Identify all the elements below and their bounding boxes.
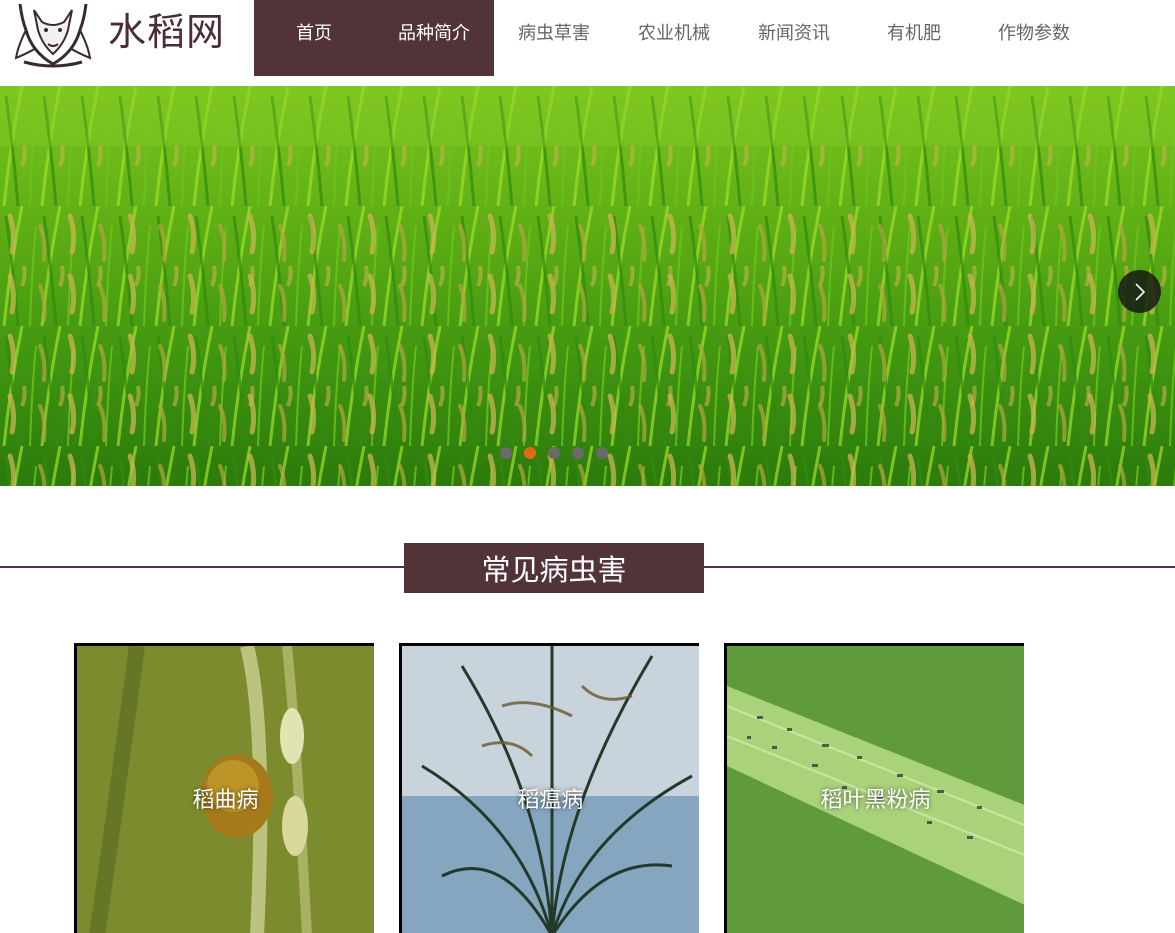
site-header: 水稻网 首页 品种简介 病虫草害 农业机械 新闻资讯 有机肥 作物参数 <box>0 0 1175 86</box>
main-nav: 首页 品种简介 病虫草害 农业机械 新闻资讯 有机肥 作物参数 <box>254 0 1094 76</box>
nav-item-label: 新闻资讯 <box>758 23 830 44</box>
pest-card-rice-leaf-smut[interactable]: 稻叶黑粉病 <box>724 643 1024 933</box>
rice-field-image <box>0 86 1175 486</box>
slide-dot-2[interactable] <box>524 447 536 459</box>
slide-dot-3[interactable] <box>548 447 560 459</box>
nav-item-label: 作物参数 <box>998 23 1070 44</box>
site-logo-text[interactable]: 水稻网 <box>108 8 225 56</box>
card-label: 稻叶黑粉病 <box>820 788 931 813</box>
slide-dot-4[interactable] <box>572 447 584 459</box>
nav-item-label: 首页 <box>296 23 332 44</box>
pest-card-rice-blast[interactable]: 稻瘟病 <box>399 643 699 933</box>
nav-item-label: 有机肥 <box>887 23 941 44</box>
nav-item-machinery[interactable]: 农业机械 <box>614 0 734 76</box>
nav-item-label: 病虫草害 <box>518 23 590 44</box>
chevron-right-icon <box>1134 282 1145 301</box>
card-label: 稻瘟病 <box>517 788 584 813</box>
slide-dot-1[interactable] <box>500 447 512 459</box>
nav-item-label: 品种简介 <box>398 23 470 44</box>
nav-item-pests[interactable]: 病虫草害 <box>494 0 614 76</box>
nav-item-crop-params[interactable]: 作物参数 <box>974 0 1094 76</box>
nav-item-fertilizer[interactable]: 有机肥 <box>854 0 974 76</box>
section-title: 常见病虫害 <box>404 543 704 593</box>
slide-dot-5[interactable] <box>596 447 608 459</box>
card-label: 稻曲病 <box>192 788 259 813</box>
bull-shield-logo-icon[interactable] <box>12 0 94 68</box>
nav-item-home[interactable]: 首页 <box>254 0 374 76</box>
nav-item-news[interactable]: 新闻资讯 <box>734 0 854 76</box>
pest-card-rice-false-smut[interactable]: 稻曲病 <box>74 643 374 933</box>
hero-banner <box>0 86 1175 486</box>
slide-indicators <box>500 447 608 459</box>
nav-item-varieties[interactable]: 品种简介 <box>374 0 494 76</box>
nav-item-label: 农业机械 <box>638 23 710 44</box>
next-slide-button[interactable] <box>1118 270 1161 313</box>
